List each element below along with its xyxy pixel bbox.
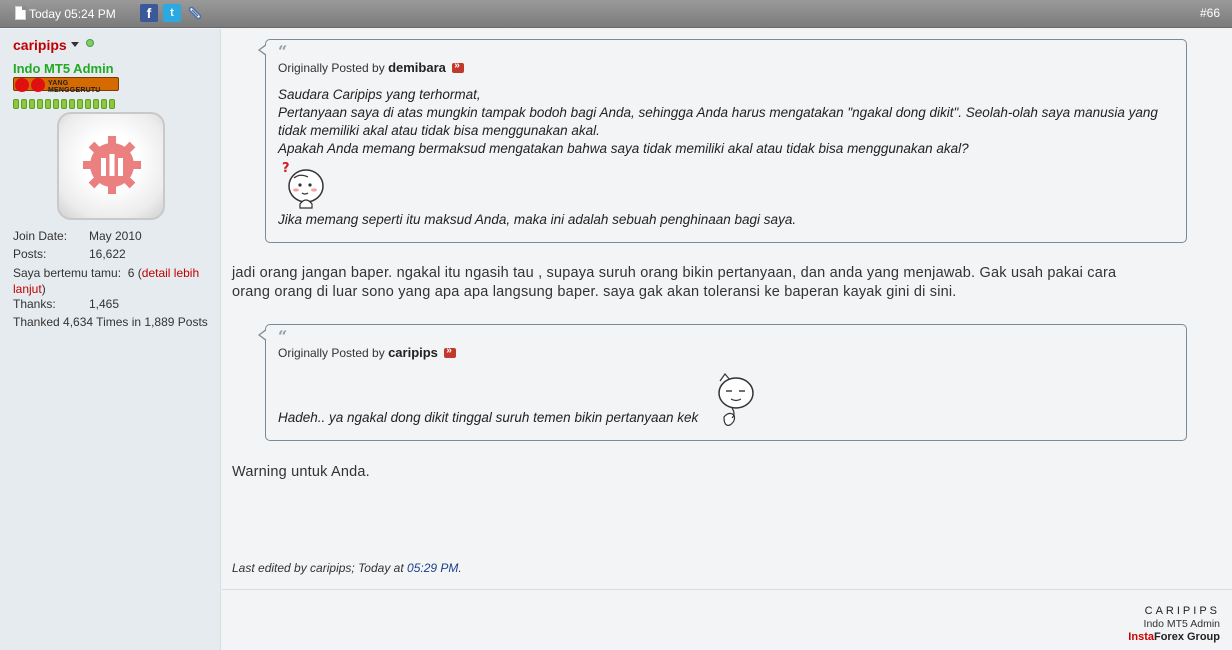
view-post-icon[interactable] [444,345,457,358]
quote-icon: “ [278,327,288,346]
quote-author[interactable]: caripips [388,345,438,360]
username-link[interactable]: caripips [13,37,67,53]
quote-block: “ Originally Posted by demibara Saudara … [258,39,1187,243]
message-line: orang orang di luar sono yang apa apa la… [232,284,957,300]
forum-post: Today 05:24 PM f t #66 caripips Indo MT5… [0,0,1232,650]
user-stats: Join Date: May 2010 Posts: 16,622 Saya b… [13,229,218,333]
smug-smiley-icon [718,373,754,426]
signature-brand-link[interactable]: InstaForex Group [1128,631,1220,643]
thanks-label: Thanks: [13,297,56,311]
join-date-value: May 2010 [89,229,142,243]
confused-smiley-icon: ? [282,161,324,209]
last-edited-note: Last edited by caripips; Today at 05:29 … [232,561,462,575]
signature-name: CARIPIPS [1144,605,1220,617]
post-message: Warning untuk Anda. [232,464,370,480]
message-line: jadi orang jangan baper. ngakal itu ngas… [232,265,1117,281]
posts-label: Posts: [13,247,47,261]
quote-line: tidak memiliki akal atau tidak bisa meng… [278,123,600,138]
rank-badge-label: YANG MENGGERUTU [48,80,101,94]
signature: CARIPIPS Indo MT5 Admin InstaForex Group [1128,605,1220,643]
post-message: jadi orang jangan baper. ngakal itu ngas… [232,264,1192,302]
quote-line: Jika memang seperti itu maksud Anda, mak… [278,212,797,227]
posts-value: 16,622 [89,247,126,261]
facebook-share-icon[interactable]: f [140,4,158,22]
rank-badge-blob-icon [31,78,45,92]
post-date: Today 05:24 PM [29,7,116,21]
quote-author[interactable]: demibara [388,60,446,75]
link-icon[interactable] [186,4,204,22]
signature-divider [222,589,1232,590]
post-number-link[interactable]: #66 [1200,6,1220,20]
join-date-label: Join Date: [13,229,68,243]
visitors-met-label: Saya bertemu tamu: [13,266,122,280]
gear-logo-icon [83,136,141,194]
twitter-share-icon[interactable]: t [163,4,181,22]
svg-text:?: ? [282,161,290,176]
signature-title: Indo MT5 Admin [1143,618,1220,630]
user-info-panel: caripips Indo MT5 Admin YANG MENGGERUTU [0,29,221,650]
post-body: “ Originally Posted by demibara Saudara … [222,29,1232,650]
quote-line: Pertanyaan saya di atas mungkin tampak b… [278,105,1158,120]
quote-block: “ Originally Posted by caripips Hadeh.. … [258,324,1187,441]
last-edited-time: 05:29 PM [407,561,459,575]
quote-attribution: Originally Posted by demibara [278,60,465,75]
avatar[interactable] [57,112,165,220]
quote-icon: “ [278,42,288,61]
rank-badge-blob-icon [15,78,29,92]
online-status-icon [86,39,94,47]
reputation-bar [13,96,117,109]
quote-line: Hadeh.. ya ngakal dong dikit tinggal sur… [278,410,699,425]
thanked-count: Thanked 4,634 Times in 1,889 Posts [13,315,208,329]
visitors-met: Saya bertemu tamu: 6 (detail lebih lanju… [13,266,200,296]
user-menu-caret-icon[interactable] [71,42,79,47]
visitors-met-value: 6 [127,266,135,280]
quote-line: Apakah Anda memang bermaksud mengatakan … [278,141,969,156]
view-post-icon[interactable] [452,60,465,73]
quote-line: Saudara Caripips yang terhormat, [278,87,481,102]
user-title: Indo MT5 Admin [13,61,114,76]
document-icon [15,6,26,20]
post-header: Today 05:24 PM f t #66 [0,0,1232,28]
rank-badge: YANG MENGGERUTU [13,77,119,94]
thanks-value: 1,465 [89,297,120,311]
quote-attribution: Originally Posted by caripips [278,345,457,360]
